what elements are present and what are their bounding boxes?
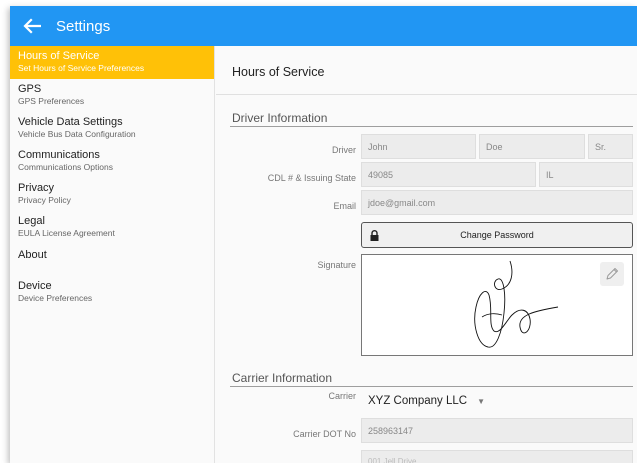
sidebar-item-label: Communications (18, 149, 100, 161)
cdl-state-field[interactable]: IL (539, 162, 633, 187)
lock-icon (370, 229, 388, 241)
carrier-address-field[interactable]: 001 Jell Drive (361, 450, 633, 463)
driver-suffix-field[interactable]: Sr. (588, 134, 633, 159)
section-divider (230, 386, 633, 387)
sidebar-item-sublabel: Communications Options (18, 162, 113, 172)
sidebar-item-label: Device (18, 280, 52, 292)
sidebar-item-label: Vehicle Data Settings (18, 116, 123, 128)
cdl-number-field[interactable]: 49085 (361, 162, 536, 187)
driver-first-name-field[interactable]: John (361, 134, 476, 159)
change-password-button[interactable]: Change Password (361, 222, 633, 248)
carrier-dot-label: Carrier DOT No (293, 429, 356, 439)
sidebar-item-about[interactable]: About (10, 244, 214, 276)
sidebar-item-sublabel: Vehicle Bus Data Configuration (18, 129, 136, 139)
sidebar-item-label: Privacy (18, 182, 55, 194)
change-password-label: Change Password (460, 230, 534, 240)
page-title: Hours of Service (232, 65, 325, 79)
carrier-section-title: Carrier Information (232, 371, 333, 385)
carrier-selected-value: XYZ Company LLC (368, 395, 468, 407)
sidebar-item-sublabel: GPS Preferences (18, 96, 85, 106)
sidebar-item-label: Legal (18, 215, 45, 227)
sidebar-item-sublabel: EULA License Agreement (18, 228, 115, 238)
app-bar: Settings (10, 6, 637, 46)
sidebar-item-sublabel: Set Hours of Service Preferences (18, 63, 145, 73)
arrow-left-icon (23, 18, 41, 34)
carrier-label: Carrier (328, 391, 356, 401)
signature-label: Signature (317, 260, 356, 270)
sidebar-item-privacy[interactable]: Privacy Privacy Policy (10, 178, 214, 211)
section-divider (230, 126, 633, 127)
sidebar-item-vehicle-data-settings[interactable]: Vehicle Data Settings Vehicle Bus Data C… (10, 112, 214, 145)
sidebar-item-label: Hours of Service (18, 50, 100, 62)
app-bar-title: Settings (56, 17, 111, 35)
sidebar-item-sublabel: Privacy Policy (18, 195, 71, 205)
cdl-label: CDL # & Issuing State (267, 173, 356, 183)
back-button[interactable] (12, 6, 52, 46)
settings-sidebar: Hours of Service Set Hours of Service Pr… (10, 46, 215, 463)
sidebar-item-legal[interactable]: Legal EULA License Agreement (10, 211, 214, 244)
driver-section-title: Driver Information (232, 111, 328, 125)
divider (216, 94, 637, 95)
sidebar-item-device[interactable]: Device Device Preferences (10, 276, 214, 309)
driver-label: Driver (332, 145, 356, 155)
email-field[interactable]: jdoe@gmail.com (361, 190, 633, 215)
carrier-dropdown[interactable]: XYZ Company LLC ▼ (368, 395, 485, 407)
driver-last-name-field[interactable]: Doe (479, 134, 585, 159)
app-window: Settings Hours of Service Set Hours of S… (10, 6, 637, 463)
carrier-dot-field[interactable]: 258963147 (361, 418, 633, 443)
sidebar-item-sublabel: Device Preferences (18, 293, 93, 303)
sidebar-item-label: About (18, 249, 47, 261)
settings-content: Hours of Service Driver Information Driv… (216, 46, 637, 463)
sidebar-item-hours-of-service[interactable]: Hours of Service Set Hours of Service Pr… (10, 46, 214, 79)
dropdown-arrow-icon: ▼ (477, 396, 485, 406)
signature-drawing (474, 260, 559, 348)
sidebar-item-label: GPS (18, 83, 42, 95)
sidebar-item-gps[interactable]: GPS GPS Preferences (10, 79, 214, 112)
edit-signature-button[interactable] (600, 262, 624, 286)
signature-pad[interactable] (361, 254, 633, 356)
pencil-icon (606, 268, 618, 280)
email-label: Email (333, 201, 356, 211)
sidebar-item-communications[interactable]: Communications Communications Options (10, 145, 214, 178)
